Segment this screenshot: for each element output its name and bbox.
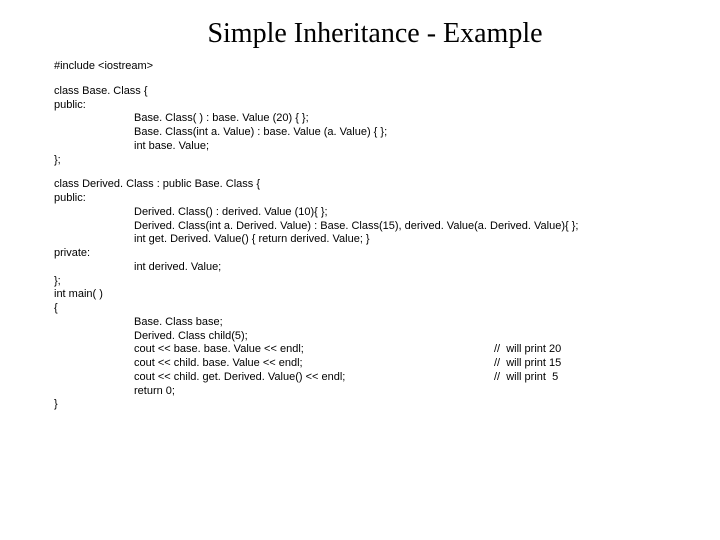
code-line: Derived. Class() : derived. Value (10){ … [54,206,700,220]
code-stmt: cout << base. base. Value << endl; [134,343,494,357]
code-line: #include <iostream> [54,60,700,74]
code-line: Base. Class base; [54,316,700,330]
code-line: public: [54,192,700,206]
code-comment: // will print 5 [494,371,558,385]
code-line: Base. Class(int a. Value) : base. Value … [54,126,700,140]
code-line: class Base. Class { [54,85,700,99]
code-line: cout << child. base. Value << endl; // w… [54,357,700,371]
code-line: int derived. Value; [54,261,700,275]
code-stmt: cout << child. get. Derived. Value() << … [134,371,494,385]
code-line: { [54,302,700,316]
code-line: cout << base. base. Value << endl; // wi… [54,343,700,357]
code-line: class Derived. Class : public Base. Clas… [54,178,700,192]
code-comment: // will print 15 [494,357,561,371]
code-line: Base. Class( ) : base. Value (20) { }; [54,112,700,126]
code-stmt: cout << child. base. Value << endl; [134,357,494,371]
slide-title: Simple Inheritance - Example [0,0,720,60]
code-line: cout << child. get. Derived. Value() << … [54,371,700,385]
code-line: private: [54,247,700,261]
code-line: }; [54,154,700,168]
slide: Simple Inheritance - Example #include <i… [0,0,720,540]
code-line: return 0; [54,385,700,399]
code-block: #include <iostream> class Base. Class { … [0,60,720,412]
code-line: Derived. Class(int a. Derived. Value) : … [54,220,700,234]
code-comment: // will print 20 [494,343,561,357]
code-line: int get. Derived. Value() { return deriv… [54,233,700,247]
code-line: int main( ) [54,288,700,302]
code-line: } [54,398,700,412]
code-line: int base. Value; [54,140,700,154]
code-line: public: [54,99,700,113]
code-line: }; [54,275,700,289]
code-line: Derived. Class child(5); [54,330,700,344]
